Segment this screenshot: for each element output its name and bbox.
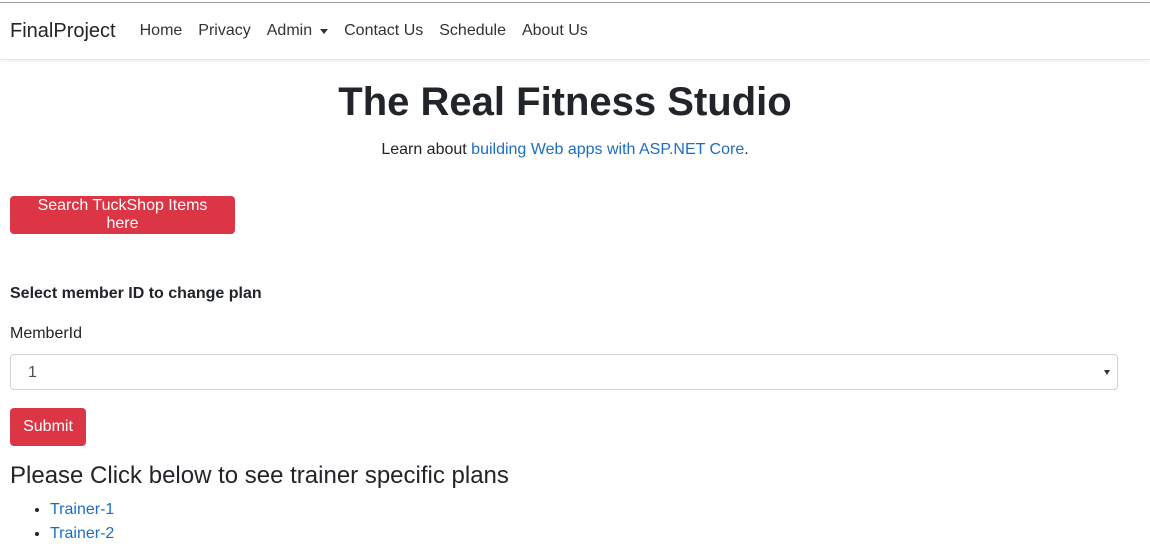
member-id-label: MemberId [10, 325, 83, 342]
submit-button[interactable]: Submit [10, 408, 86, 446]
trainer-1-link[interactable]: Trainer-1 [50, 501, 114, 518]
learn-prefix: Learn about [381, 141, 472, 158]
nav-admin-label: Admin [266, 22, 313, 39]
aspnet-docs-link[interactable]: building Web apps with ASP.NET Core [471, 141, 744, 158]
member-id-selected-value: 1 [28, 364, 37, 381]
member-id-select[interactable]: 1 [10, 354, 1118, 390]
learn-about-text: Learn about building Web apps with ASP.N… [0, 140, 1130, 160]
learn-suffix: . [744, 141, 749, 158]
nav-privacy[interactable]: Privacy [190, 22, 258, 40]
nav-admin-dropdown[interactable]: Admin [259, 22, 336, 40]
trainer-2-link[interactable]: Trainer-2 [50, 525, 114, 542]
search-tuckshop-button[interactable]: Search TuckShop Items here [10, 196, 235, 234]
chevron-down-icon [320, 28, 329, 34]
nav-about-us[interactable]: About Us [514, 22, 596, 40]
nav-contact-us[interactable]: Contact Us [336, 22, 431, 40]
list-item: Trainer-2 [50, 522, 114, 546]
change-plan-heading: Select member ID to change plan [10, 285, 262, 302]
nav-schedule[interactable]: Schedule [431, 22, 514, 40]
top-navbar: FinalProject Home Privacy Admin Contact … [0, 3, 1150, 60]
hero-section: The Real Fitness Studio Learn about buil… [0, 78, 1130, 160]
trainer-plans-heading: Please Click below to see trainer specif… [10, 462, 509, 489]
trainer-list: Trainer-1 Trainer-2 [10, 498, 114, 546]
dropdown-arrow-icon [1104, 370, 1110, 375]
nav-home[interactable]: Home [132, 22, 191, 40]
brand-link[interactable]: FinalProject [10, 20, 116, 43]
list-item: Trainer-1 [50, 498, 114, 522]
page-title: The Real Fitness Studio [338, 80, 792, 124]
